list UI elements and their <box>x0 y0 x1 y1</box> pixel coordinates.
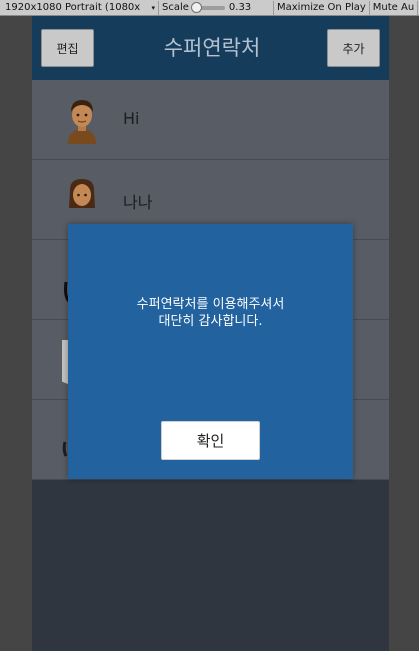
scale-slider[interactable] <box>190 1 225 13</box>
edit-button[interactable]: 편집 <box>41 29 94 67</box>
game-view: 편집 수퍼연락처 추가 Hi 나나 수퍼연락처를 이용해주셔서 대단히 감사합니… <box>0 16 419 651</box>
contact-name: 나나 <box>123 193 153 212</box>
dialog-message-line: 수퍼연락처를 이용해주셔서 <box>136 297 285 312</box>
scale-value: 0.33 <box>228 2 252 13</box>
scale-label: Scale <box>162 2 189 13</box>
dialog-message-line: 대단히 감사합니다. <box>158 314 263 329</box>
dialog-message: 수퍼연락처를 이용해주셔서 대단히 감사합니다. <box>68 296 353 330</box>
app-title: 수퍼연락처 <box>163 36 261 60</box>
resolution-label: 1920x1080 Portrait (1080x <box>5 2 141 13</box>
scale-slider-knob[interactable] <box>190 1 202 13</box>
female-avatar-icon <box>62 174 102 224</box>
male-avatar-icon <box>62 94 102 144</box>
confirm-button[interactable]: 확인 <box>161 421 260 460</box>
scale-control: Scale 0.33 <box>159 0 274 15</box>
add-button[interactable]: 추가 <box>327 29 380 67</box>
maximize-on-play-toggle[interactable]: Maximize On Play <box>274 0 370 15</box>
app-header: 편집 수퍼연락처 추가 <box>32 16 389 80</box>
chevron-down-icon: ▾ <box>151 3 155 12</box>
mute-audio-toggle[interactable]: Mute Au <box>370 0 419 15</box>
editor-toolbar: 1920x1080 Portrait (1080x ▾ Scale 0.33 M… <box>0 0 419 16</box>
contact-name: Hi <box>123 109 140 128</box>
resolution-dropdown[interactable]: 1920x1080 Portrait (1080x ▾ <box>2 0 159 15</box>
contact-row[interactable]: Hi <box>32 80 389 160</box>
thank-you-dialog: 수퍼연락처를 이용해주셔서 대단히 감사합니다. 확인 <box>68 224 353 479</box>
